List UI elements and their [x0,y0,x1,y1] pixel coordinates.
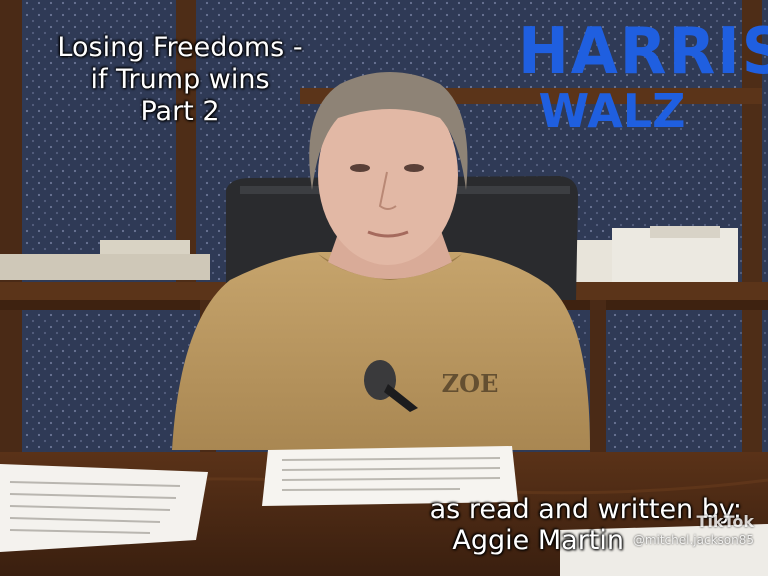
logo-walz: WALZ [538,84,686,138]
logo-harris: HARRIS [518,15,768,89]
video-title-caption: Losing Freedoms - if Trump wins Part 2 [10,32,350,128]
title-line-3: Part 2 [140,95,220,127]
tiktok-watermark: TikTok @mitchel.jackson85 [633,512,754,547]
harris-walz-logo: HARRIS WALZ [512,15,768,134]
tiktok-handle: @mitchel.jackson85 [632,533,754,547]
shelf-papers-left [0,254,210,280]
shirt-logo: ZOE [442,369,499,398]
person-shirt [172,252,590,450]
shelf-papers-right [650,226,720,238]
shelf-box-right [575,240,615,282]
shelf-folder-left [100,240,190,254]
right-eye [404,164,424,172]
lower-cabinet-post-right [590,300,606,460]
tiktok-logo-text: TikTok [696,512,754,531]
title-line-1: Losing Freedoms - [57,32,303,63]
credit-line-2: Aggie Martin [452,525,624,557]
left-eye [350,164,370,172]
title-line-2: if Trump wins [90,63,270,95]
